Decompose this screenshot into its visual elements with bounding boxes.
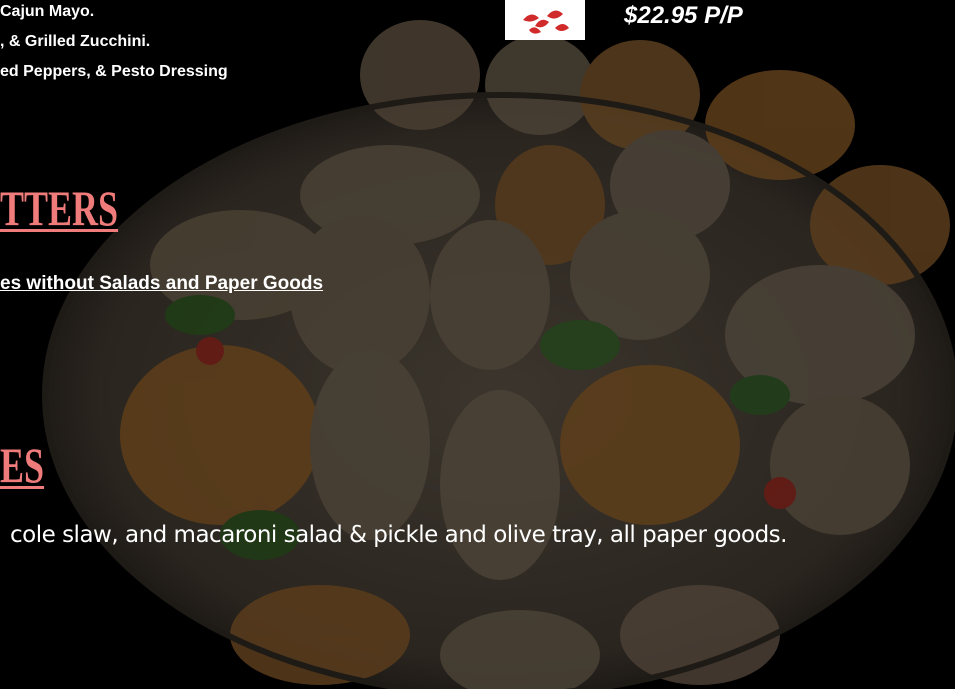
packages-description: cole slaw, and macaroni salad & pickle a… xyxy=(10,522,787,548)
platters-note: es without Salads and Paper Goods xyxy=(0,273,324,294)
platters-heading: TTERS xyxy=(0,180,119,236)
wrap-platter-photo xyxy=(20,15,955,689)
menu-line-grilled-zucchini: , & Grilled Zucchini. xyxy=(0,33,151,50)
price-per-person: $22.95 P/P xyxy=(624,2,743,29)
packages-heading: ES xyxy=(0,437,45,493)
menu-line-pesto-dressing: ed Peppers, & Pesto Dressing xyxy=(0,63,228,80)
red-leaf-logo xyxy=(505,0,585,40)
menu-page: Cajun Mayo. , & Grilled Zucchini. ed Pep… xyxy=(0,0,955,689)
menu-line-cajun-mayo: Cajun Mayo. xyxy=(0,3,95,20)
